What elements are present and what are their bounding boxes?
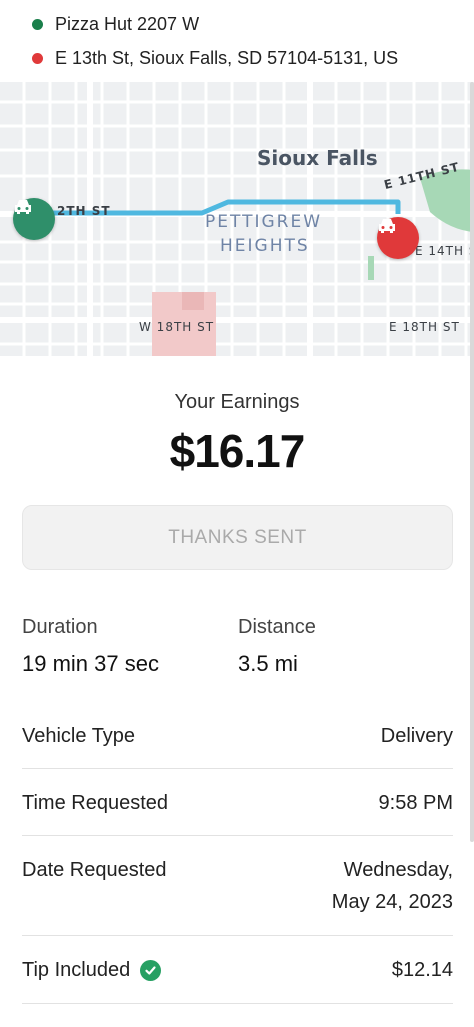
dropoff-address: E 13th St, Sioux Falls, SD 57104-5131, U… xyxy=(55,47,399,68)
map-label-12th-st: 2TH ST xyxy=(57,204,111,218)
map-label-neighborhood: PETTIGREW xyxy=(205,212,323,232)
map-label-14th-st: E 14TH ST xyxy=(415,244,474,258)
tip-label: Tip Included xyxy=(22,959,131,981)
date-requested-weekday: Wednesday, xyxy=(343,859,453,881)
map-label-w18th-st: W 18TH ST xyxy=(139,320,215,334)
dropoff-address-row: E 13th St, Sioux Falls, SD 57104-5131, U… xyxy=(0,41,474,75)
date-requested-date: May 24, 2023 xyxy=(331,891,453,913)
scrollbar[interactable] xyxy=(470,82,474,842)
date-requested-label: Date Requested xyxy=(22,859,167,881)
pickup-dot-icon xyxy=(32,18,43,30)
map-label-neighborhood-2: HEIGHTS xyxy=(220,236,310,256)
date-requested-row: Date Requested Wednesday, May 24, 2023 xyxy=(22,836,453,936)
vehicle-type-row: Vehicle Type Delivery xyxy=(22,702,453,769)
car-icon xyxy=(379,219,395,233)
duration-value: 19 min 37 sec xyxy=(22,651,159,676)
end-pin[interactable] xyxy=(377,217,419,259)
tip-row: Tip Included $12.14 xyxy=(22,936,453,1004)
pickup-address-row: Pizza Hut 2207 W xyxy=(0,7,474,41)
date-requested-value: Wednesday, May 24, 2023 xyxy=(332,854,453,918)
car-icon xyxy=(15,200,31,214)
time-requested-label: Time Requested xyxy=(22,792,168,814)
earnings-amount: $16.17 xyxy=(169,425,306,477)
earnings-label: Your Earnings xyxy=(174,391,300,413)
distance-label: Distance xyxy=(238,616,316,638)
tip-label-wrap: Tip Included xyxy=(22,954,162,986)
map-label-city: Sioux Falls xyxy=(257,146,378,170)
distance-value: 3.5 mi xyxy=(238,651,298,676)
thanks-sent-button[interactable]: THANKS SENT xyxy=(22,505,453,570)
duration-label: Duration xyxy=(22,616,98,638)
map-label-e18th-st: E 18TH ST xyxy=(389,320,460,334)
time-requested-value: 9:58 PM xyxy=(378,792,453,814)
dropoff-dot-icon xyxy=(32,52,43,64)
vehicle-type-label: Vehicle Type xyxy=(22,725,136,747)
pickup-address: Pizza Hut 2207 W xyxy=(55,13,200,34)
check-circle-icon xyxy=(140,959,162,981)
route-map[interactable]: Sioux Falls PETTIGREW HEIGHTS 2TH ST E 1… xyxy=(0,82,474,356)
tip-value: $12.14 xyxy=(391,959,453,981)
time-requested-row: Time Requested 9:58 PM xyxy=(22,769,453,836)
start-pin[interactable] xyxy=(13,198,55,240)
vehicle-type-value: Delivery xyxy=(380,725,453,747)
